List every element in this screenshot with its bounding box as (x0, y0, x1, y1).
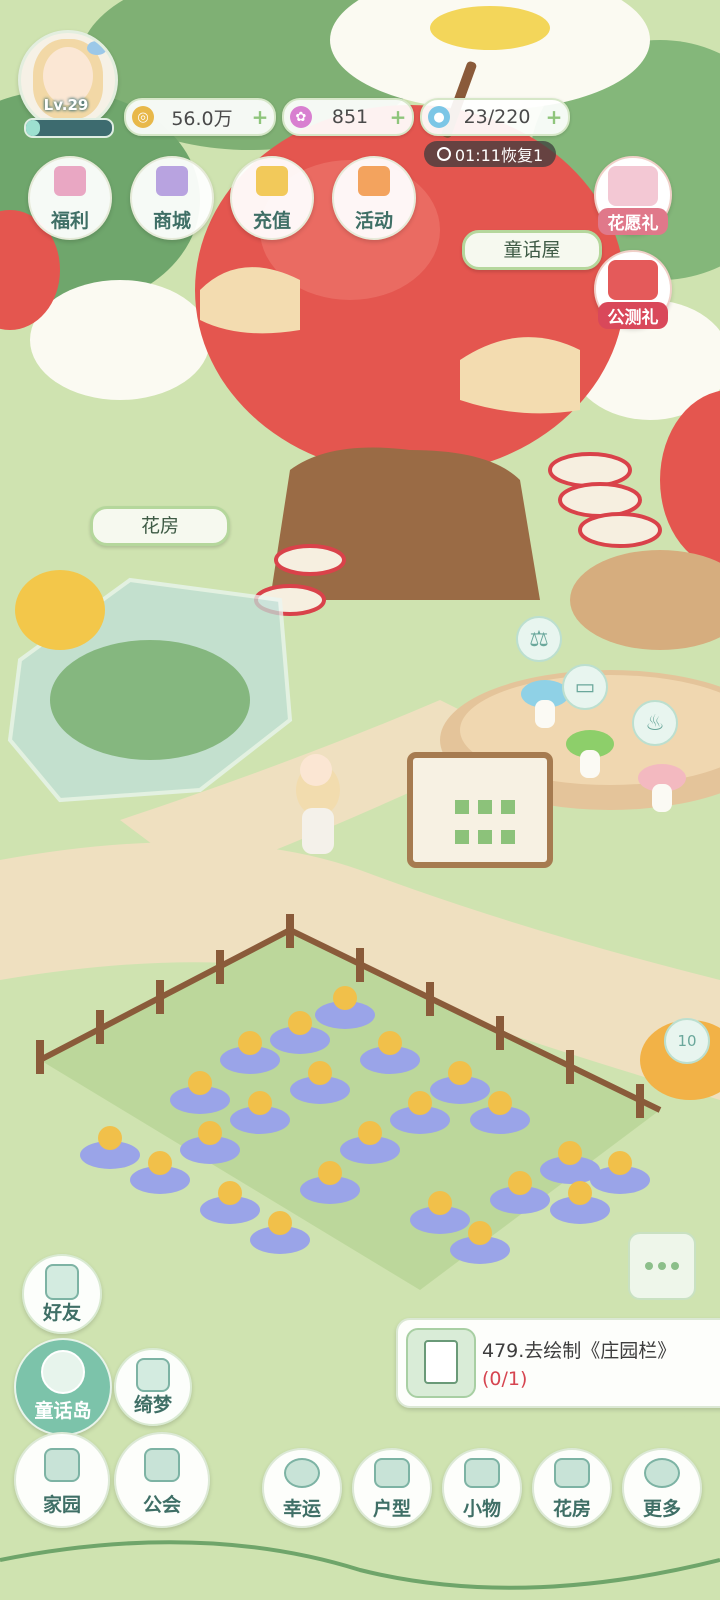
recharge-button[interactable]: 充值 (230, 156, 314, 240)
luck-button[interactable]: 幸运 (262, 1448, 342, 1528)
coin-icon: ◎ (132, 106, 154, 128)
friends-label: 好友 (42, 1302, 81, 1324)
water-drop-icon: ● (428, 106, 450, 128)
stamina-timer: 01:11恢复1 (424, 141, 556, 167)
events-button[interactable]: 活动 (332, 156, 416, 240)
player-level: Lv.29 (43, 96, 89, 114)
flower-wish-icon (608, 166, 658, 206)
water-value: 23/220 (463, 106, 531, 128)
counter-value: 10 (677, 1032, 697, 1050)
home-label: 家园 (42, 1494, 81, 1516)
more-label: 更多 (642, 1498, 681, 1520)
gold-value: 56.0万 (171, 107, 233, 130)
beta-gift-label: 公测礼 (598, 302, 668, 329)
more-button[interactable]: 更多 (622, 1448, 702, 1528)
clock-icon (436, 147, 451, 161)
dream-button[interactable]: 绮梦 (114, 1348, 192, 1426)
shop-button[interactable]: 商城 (130, 156, 214, 240)
flower-room-label: 花房 (552, 1498, 591, 1520)
home-button[interactable]: 家园 (14, 1432, 110, 1528)
quest-title: 479.去绘制《庄园栏》 (482, 1340, 677, 1362)
house-icon (44, 1448, 80, 1482)
flower-wish-promo[interactable]: 花愿礼 (594, 156, 672, 235)
clipboard-icon (406, 1328, 476, 1398)
task-chip-table[interactable]: ♨ (632, 700, 678, 746)
beta-gift-promo[interactable]: 公测礼 (594, 250, 672, 329)
flower-wish-label: 花愿礼 (598, 208, 668, 235)
luck-wheel-icon (284, 1458, 320, 1488)
star-resource[interactable]: ✿ 851 + (282, 98, 414, 136)
stamina-timer-text: 01:11恢复1 (454, 146, 544, 165)
cart-icon (156, 166, 188, 196)
add-star-button[interactable]: + (388, 105, 408, 129)
guild-button[interactable]: 公会 (114, 1432, 210, 1528)
shop-label: 商城 (152, 210, 191, 232)
quest-progress: (0/1) (482, 1368, 528, 1390)
star-value: 851 (331, 106, 369, 128)
add-water-button[interactable]: + (544, 105, 564, 129)
guild-label: 公会 (142, 1494, 181, 1516)
friend-icon (45, 1264, 79, 1300)
items-button[interactable]: 小物 (442, 1448, 522, 1528)
quest-tracker[interactable]: 479.去绘制《庄园栏》 (0/1) (396, 1318, 720, 1408)
task-chip-scale[interactable]: ⚖ (516, 616, 562, 662)
guild-icon (144, 1448, 180, 1482)
layout-label: 户型 (372, 1498, 411, 1520)
counter-chip[interactable]: 10 (664, 1018, 710, 1064)
cube-layout-icon (374, 1458, 410, 1488)
welfare-label: 福利 (50, 210, 89, 232)
xp-bar (24, 118, 114, 138)
chevron-up-icon (644, 1458, 680, 1488)
fairy-island-button[interactable]: 童话岛 (14, 1338, 112, 1436)
gamepad-icon (358, 166, 390, 196)
xp-bar-fill (26, 120, 40, 136)
water-resource[interactable]: ● 23/220 + (420, 98, 570, 136)
castle-icon (464, 1458, 500, 1488)
fairy-house-sign[interactable]: 童话屋 (462, 230, 602, 270)
dream-label: 绮梦 (133, 1394, 172, 1416)
welfare-button[interactable]: 福利 (28, 156, 112, 240)
gold-resource[interactable]: ◎ 56.0万 + (124, 98, 276, 136)
task-chip-sofa[interactable]: ▭ (562, 664, 608, 710)
fairy-island-label: 童话岛 (34, 1400, 92, 1422)
apple-gift-icon (608, 260, 658, 300)
layout-button[interactable]: 户型 (352, 1448, 432, 1528)
flower-room-button[interactable]: 花房 (532, 1448, 612, 1528)
v-badge-icon (256, 166, 288, 196)
friends-button[interactable]: 好友 (22, 1254, 102, 1334)
star-gem-icon: ✿ (290, 106, 312, 128)
greenhouse-sign[interactable]: 花房 (90, 506, 230, 546)
events-label: 活动 (354, 210, 393, 232)
luck-label: 幸运 (282, 1498, 321, 1520)
recharge-label: 充值 (252, 210, 291, 232)
chat-button[interactable] (628, 1232, 696, 1300)
gift-icon (54, 166, 86, 196)
dream-brush-icon (136, 1358, 170, 1392)
avatar-bow (87, 41, 107, 55)
items-label: 小物 (462, 1498, 501, 1520)
flower-island-icon (41, 1350, 85, 1394)
add-gold-button[interactable]: + (250, 105, 270, 129)
lotus-icon (554, 1458, 590, 1488)
